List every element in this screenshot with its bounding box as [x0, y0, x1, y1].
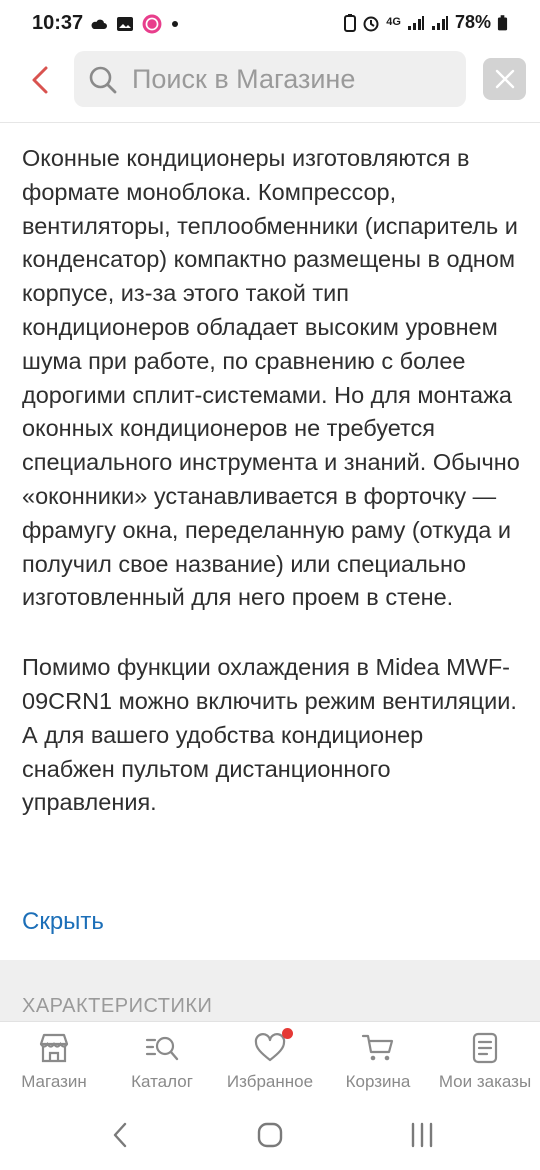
nav-label: Мои заказы	[438, 1072, 532, 1091]
catalog-search-icon	[145, 1036, 179, 1061]
chevron-left-icon	[32, 66, 48, 94]
cart-icon	[361, 1034, 394, 1061]
description-paragraph-2: Помимо функции охлаждения в Midea MWF-09…	[22, 654, 517, 816]
bottom-navigation: Магазин Каталог Избранное Корзина Мои за…	[0, 1021, 540, 1104]
search-box[interactable]	[74, 51, 466, 107]
description-paragraph-1: Оконные кондиционеры изготовляются в фор…	[22, 145, 520, 611]
battery-percent: 78%	[454, 12, 491, 32]
more-dot-icon	[172, 21, 178, 27]
close-icon	[495, 69, 514, 89]
signal-icon-1	[407, 15, 424, 30]
store-icon	[39, 1033, 69, 1063]
heart-icon	[254, 1033, 286, 1062]
nav-item-cart[interactable]: Корзина	[338, 1022, 418, 1104]
alarm-icon	[363, 16, 379, 31]
app-badge-icon	[142, 14, 162, 34]
app-header	[0, 48, 540, 123]
system-home-button[interactable]	[250, 1117, 290, 1153]
orders-icon	[472, 1032, 498, 1064]
clear-search-button[interactable]	[483, 58, 526, 100]
hide-description-link[interactable]: Скрыть	[22, 908, 104, 936]
favorites-icon-wrap	[253, 1028, 293, 1064]
nav-label: Каталог	[131, 1072, 193, 1091]
back-button[interactable]	[24, 62, 56, 98]
notification-dot	[282, 1028, 293, 1039]
system-navigation-bar	[0, 1103, 540, 1170]
battery-saver-icon	[344, 13, 357, 32]
nav-label: Корзина	[345, 1072, 411, 1091]
gallery-icon	[117, 17, 133, 31]
signal-icon-2	[431, 15, 448, 30]
notification-icons	[90, 14, 180, 34]
system-home-icon	[257, 1122, 283, 1148]
battery-icon	[497, 14, 508, 30]
system-back-button[interactable]	[100, 1117, 140, 1153]
system-back-icon	[113, 1122, 127, 1148]
nav-label: Избранное	[226, 1072, 314, 1091]
nav-item-orders[interactable]: Мои заказы	[430, 1022, 540, 1104]
nav-item-catalog[interactable]: Каталог	[122, 1022, 202, 1104]
characteristics-title: ХАРАКТЕРИСТИКИ	[22, 995, 213, 1017]
nav-item-favorites[interactable]: Избранное	[220, 1022, 320, 1104]
nav-item-store[interactable]: Магазин	[14, 1022, 94, 1104]
search-input[interactable]	[132, 51, 452, 107]
product-description: Оконные кондиционеры изготовляются в фор…	[22, 142, 522, 820]
system-recents-button[interactable]	[402, 1117, 442, 1153]
network-type-label: 4G	[386, 16, 401, 28]
nav-label: Магазин	[21, 1072, 87, 1091]
status-bar: 10:37 4G 78%	[0, 0, 540, 48]
system-recents-icon	[411, 1122, 433, 1148]
status-time: 10:37	[32, 12, 84, 34]
search-icon	[89, 66, 117, 94]
cloud-icon	[91, 19, 107, 29]
system-status-icons: 4G 78%	[344, 12, 508, 33]
